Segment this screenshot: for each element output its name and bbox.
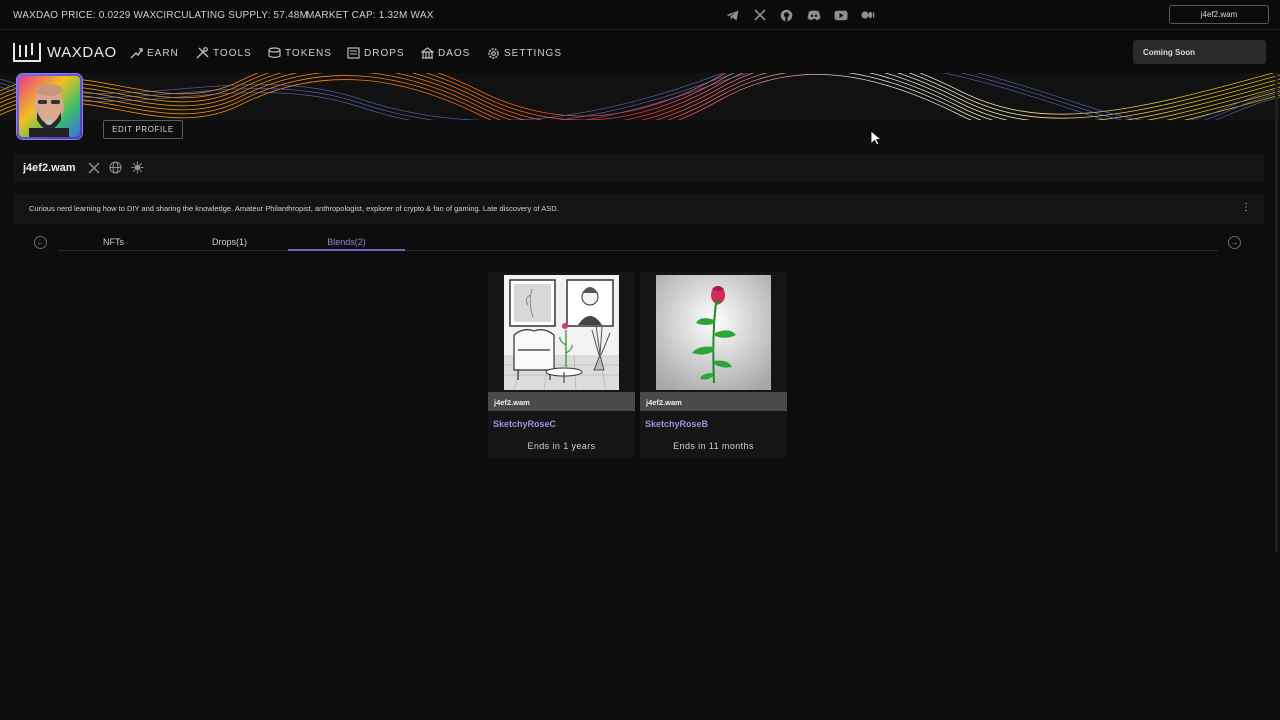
card-ends: Ends in 1 years [527,441,596,451]
edit-profile-button[interactable]: EDIT PROFILE [103,120,183,139]
tab-nfts[interactable]: NFTs [55,237,172,247]
waxdao-logo[interactable]: WAXDAO [12,41,117,63]
circulating-supply: CIRCULATING SUPPLY: 57.48M [156,10,309,21]
card-ends: Ends in 11 months [673,441,754,451]
tabs-right-arrow-icon[interactable]: → [1228,236,1241,249]
wallet-account-button[interactable]: j4ef2.wam [1169,5,1269,24]
nav-earn[interactable]: EARN [130,47,179,59]
drops-icon [347,47,360,59]
coming-soon-box: Coming Soon [1133,40,1266,64]
sketchy-rose-c-image-icon [504,275,619,390]
card-owner-bar: j4ef2.wam [488,392,635,411]
bio-menu-icon[interactable]: ⋮ [1241,202,1251,213]
sketchy-rose-b-image-icon [656,275,771,390]
daos-icon [421,47,434,59]
card-owner-bar: j4ef2.wam [640,392,787,411]
discord-icon[interactable] [806,9,821,21]
market-cap: MARKET CAP: 1.32M WAX [306,10,434,21]
top-ticker-bar: WAXDAO PRICE: 0.0229 WAX CIRCULATING SUP… [0,0,1280,30]
nav-daos-label: DAOS [438,47,471,59]
tabs-divider [58,250,1218,251]
medium-icon[interactable] [860,9,875,21]
settings-icon [487,47,500,59]
github-icon[interactable] [779,9,794,21]
telegram-profile-icon[interactable] [131,161,144,174]
card-title[interactable]: SketchyRoseB [645,419,708,429]
profile-avatar[interactable] [17,74,82,139]
logo-text: WAXDAO [47,43,117,61]
profile-bio-row: Curious nerd learning how to DIY and sha… [13,193,1264,224]
blend-card[interactable]: j4ef2.wam SketchyRoseC Ends in 1 years [488,272,635,458]
page-scrollbar[interactable] [1275,73,1278,553]
avatar-image-icon [19,76,80,137]
nav-settings-label: SETTINGS [504,47,563,59]
earn-icon [130,47,143,59]
profile-bio: Curious nerd learning how to DIY and sha… [29,204,559,213]
main-nav: WAXDAO EARN TOOLS TOKENS DROPS DAOS SETT… [0,31,1280,73]
nav-drops-label: DROPS [364,47,405,59]
tab-blends[interactable]: Blends(2) [288,237,405,247]
nav-daos[interactable]: DAOS [421,47,470,59]
profile-name: j4ef2.wam [23,162,76,174]
profile-tabs: ← NFTs Drops(1) Blends(2) → [28,234,1248,252]
nav-tokens[interactable]: TOKENS [268,47,332,59]
tabs-left-arrow-icon[interactable]: ← [34,236,47,249]
profile-name-row: j4ef2.wam [13,153,1264,183]
youtube-icon[interactable] [833,9,848,21]
card-owner: j4ef2.wam [646,398,682,407]
tools-icon [196,47,209,59]
nav-drops[interactable]: DROPS [347,47,405,59]
nav-tokens-label: TOKENS [285,47,332,59]
waxdao-logo-icon [13,43,41,62]
blend-card[interactable]: j4ef2.wam SketchyRoseB Ends in 11 months [640,272,787,458]
mouse-cursor-icon [870,130,882,146]
profile-banner [0,73,1280,120]
card-owner: j4ef2.wam [494,398,530,407]
tokens-icon [268,47,281,59]
tab-drops[interactable]: Drops(1) [171,237,288,247]
card-title[interactable]: SketchyRoseC [493,419,556,429]
x-icon[interactable] [752,9,767,21]
waxdao-price: WAXDAO PRICE: 0.0229 WAX [13,10,157,21]
x-profile-icon[interactable] [87,161,100,174]
nav-earn-label: EARN [147,47,179,59]
banner-art-icon [0,73,1280,120]
nav-settings[interactable]: SETTINGS [487,47,562,59]
nav-tools[interactable]: TOOLS [196,47,252,59]
nav-tools-label: TOOLS [213,47,252,59]
social-links [725,9,875,21]
telegram-icon[interactable] [725,9,740,21]
profile-links [87,161,144,174]
active-tab-underline [288,249,405,251]
website-globe-icon[interactable] [109,161,122,174]
